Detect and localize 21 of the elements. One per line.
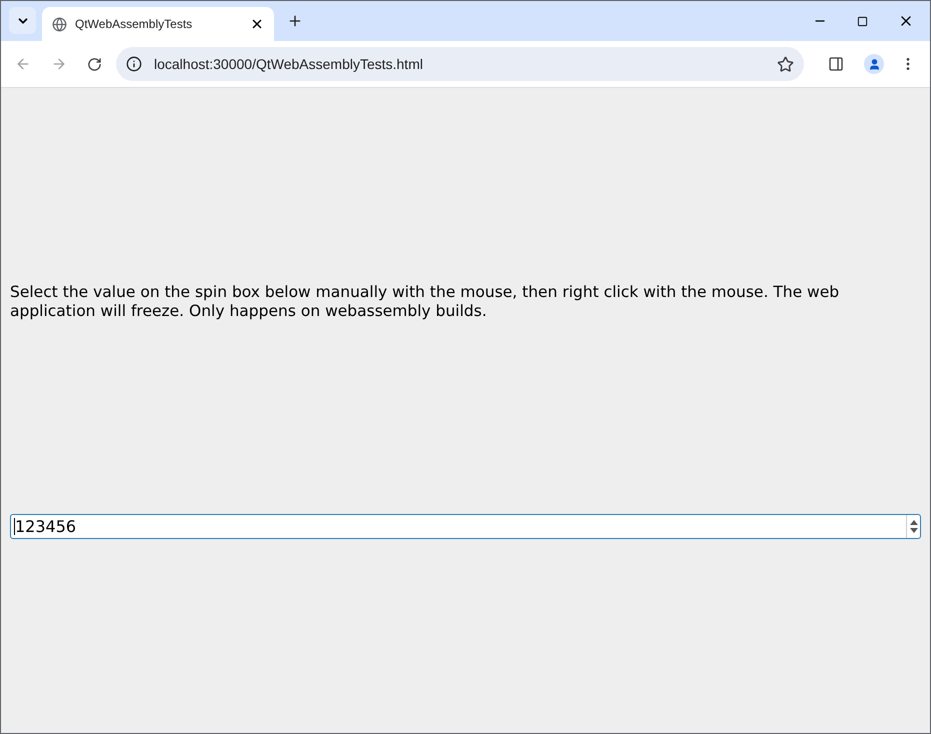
reload-icon[interactable]	[87, 56, 102, 72]
tab-title: QtWebAssemblyTests	[75, 16, 194, 33]
instructions-text: Select the value on the spin box below manually with the mouse, then right click with the mouse. The web application will freeze. Only happens on webassembly builds.	[10, 283, 840, 321]
spin-box[interactable]: 123456	[10, 514, 921, 539]
tab-list-button[interactable]	[9, 7, 36, 34]
spin-up-icon[interactable]	[910, 520, 918, 525]
address-bar[interactable]: localhost:30000/QtWebAssemblyTests.html	[116, 47, 804, 81]
new-tab-icon[interactable]	[287, 13, 303, 29]
bookmark-star-icon[interactable]	[777, 56, 794, 72]
close-tab-icon[interactable]	[250, 17, 264, 31]
url-text: localhost:30000/QtWebAssemblyTests.html	[154, 54, 424, 74]
globe-icon	[52, 16, 67, 32]
browser-tab[interactable]: QtWebAssemblyTests	[42, 7, 274, 41]
info-icon	[126, 56, 142, 72]
forward-icon[interactable]	[51, 56, 67, 72]
profile-avatar[interactable]	[864, 54, 884, 74]
spin-box-value: 123456	[15, 516, 76, 538]
side-panel-icon[interactable]	[828, 56, 844, 72]
back-icon[interactable]	[15, 56, 31, 72]
spin-down-icon[interactable]	[910, 528, 918, 533]
maximize-icon[interactable]	[857, 16, 868, 27]
